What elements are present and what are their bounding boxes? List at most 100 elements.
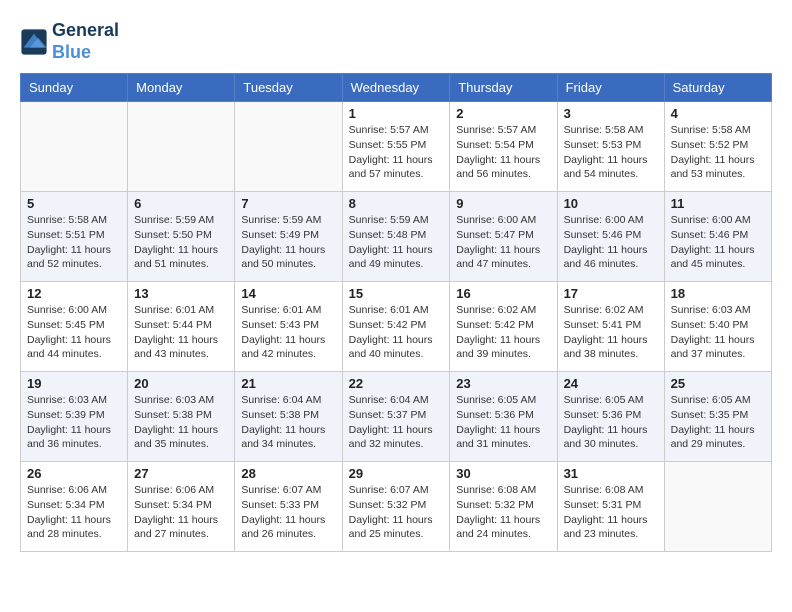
calendar-week-row: 26 Sunrise: 6:06 AM Sunset: 5:34 PM Dayli… (21, 462, 772, 552)
calendar-cell: 2 Sunrise: 5:57 AM Sunset: 5:54 PM Daylig… (450, 102, 557, 192)
day-of-week-header: Saturday (664, 74, 771, 102)
day-info: Sunrise: 6:06 AM Sunset: 5:34 PM Dayligh… (134, 483, 228, 542)
calendar-cell: 22Sunrise: 6:04 AM Sunset: 5:37 PM Dayli… (342, 372, 450, 462)
day-number: 19 (27, 376, 121, 391)
day-info: Sunrise: 6:01 AM Sunset: 5:44 PM Dayligh… (134, 303, 228, 362)
day-info: Sunrise: 5:59 AM Sunset: 5:49 PM Dayligh… (241, 213, 335, 272)
calendar-cell: 28Sunrise: 6:07 AM Sunset: 5:33 PM Dayli… (235, 462, 342, 552)
day-info: Sunrise: 6:00 AM Sunset: 5:46 PM Dayligh… (564, 213, 658, 272)
calendar-cell: 17Sunrise: 6:02 AM Sunset: 5:41 PM Dayli… (557, 282, 664, 372)
day-number: 7 (241, 196, 335, 211)
logo-icon (20, 28, 48, 56)
calendar-cell: 14 Sunrise: 6:01 AM Sunset: 5:43 PM Dayli… (235, 282, 342, 372)
day-number: 22 (349, 376, 444, 391)
day-info: Sunrise: 5:58 AM Sunset: 5:52 PM Dayligh… (671, 123, 765, 182)
day-of-week-header: Monday (128, 74, 235, 102)
day-number: 25 (671, 376, 765, 391)
day-info: Sunrise: 6:05 AM Sunset: 5:36 PM Dayligh… (564, 393, 658, 452)
calendar-cell: 5 Sunrise: 5:58 AM Sunset: 5:51 PM Daylig… (21, 192, 128, 282)
day-info: Sunrise: 6:00 AM Sunset: 5:46 PM Dayligh… (671, 213, 765, 272)
calendar-cell: 25 Sunrise: 6:05 AM Sunset: 5:35 PM Dayli… (664, 372, 771, 462)
day-of-week-header: Tuesday (235, 74, 342, 102)
day-number: 20 (134, 376, 228, 391)
day-info: Sunrise: 6:03 AM Sunset: 5:39 PM Dayligh… (27, 393, 121, 452)
day-info: Sunrise: 6:00 AM Sunset: 5:45 PM Dayligh… (27, 303, 121, 362)
day-info: Sunrise: 6:03 AM Sunset: 5:40 PM Dayligh… (671, 303, 765, 362)
day-number: 26 (27, 466, 121, 481)
calendar-cell: 13 Sunrise: 6:01 AM Sunset: 5:44 PM Dayli… (128, 282, 235, 372)
day-number: 28 (241, 466, 335, 481)
calendar-cell: 7 Sunrise: 5:59 AM Sunset: 5:49 PM Daylig… (235, 192, 342, 282)
day-info: Sunrise: 6:04 AM Sunset: 5:38 PM Dayligh… (241, 393, 335, 452)
calendar-cell: 24 Sunrise: 6:05 AM Sunset: 5:36 PM Dayli… (557, 372, 664, 462)
day-info: Sunrise: 6:06 AM Sunset: 5:34 PM Dayligh… (27, 483, 121, 542)
day-number: 14 (241, 286, 335, 301)
calendar-cell: 26 Sunrise: 6:06 AM Sunset: 5:34 PM Dayli… (21, 462, 128, 552)
day-info: Sunrise: 6:07 AM Sunset: 5:32 PM Dayligh… (349, 483, 444, 542)
day-of-week-header: Thursday (450, 74, 557, 102)
day-number: 16 (456, 286, 550, 301)
calendar-cell: 3Sunrise: 5:58 AM Sunset: 5:53 PM Daylig… (557, 102, 664, 192)
day-info: Sunrise: 6:05 AM Sunset: 5:36 PM Dayligh… (456, 393, 550, 452)
day-info: Sunrise: 5:59 AM Sunset: 5:50 PM Dayligh… (134, 213, 228, 272)
day-number: 12 (27, 286, 121, 301)
day-info: Sunrise: 6:05 AM Sunset: 5:35 PM Dayligh… (671, 393, 765, 452)
calendar-cell: 15Sunrise: 6:01 AM Sunset: 5:42 PM Dayli… (342, 282, 450, 372)
calendar-cell (21, 102, 128, 192)
calendar-cell: 23 Sunrise: 6:05 AM Sunset: 5:36 PM Dayli… (450, 372, 557, 462)
day-info: Sunrise: 6:01 AM Sunset: 5:43 PM Dayligh… (241, 303, 335, 362)
calendar-cell: 19 Sunrise: 6:03 AM Sunset: 5:39 PM Dayli… (21, 372, 128, 462)
calendar-cell (128, 102, 235, 192)
day-info: Sunrise: 6:00 AM Sunset: 5:47 PM Dayligh… (456, 213, 550, 272)
day-info: Sunrise: 5:57 AM Sunset: 5:54 PM Dayligh… (456, 123, 550, 182)
day-number: 29 (349, 466, 444, 481)
calendar-week-row: 5 Sunrise: 5:58 AM Sunset: 5:51 PM Daylig… (21, 192, 772, 282)
day-info: Sunrise: 6:08 AM Sunset: 5:31 PM Dayligh… (564, 483, 658, 542)
calendar-cell: 29 Sunrise: 6:07 AM Sunset: 5:32 PM Dayli… (342, 462, 450, 552)
day-number: 4 (671, 106, 765, 121)
calendar-cell (235, 102, 342, 192)
calendar-cell: 31 Sunrise: 6:08 AM Sunset: 5:31 PM Dayli… (557, 462, 664, 552)
day-info: Sunrise: 5:58 AM Sunset: 5:53 PM Dayligh… (564, 123, 658, 182)
calendar-week-row: 19 Sunrise: 6:03 AM Sunset: 5:39 PM Dayli… (21, 372, 772, 462)
day-number: 21 (241, 376, 335, 391)
calendar-header-row: SundayMondayTuesdayWednesdayThursdayFrid… (21, 74, 772, 102)
calendar-cell: 4 Sunrise: 5:58 AM Sunset: 5:52 PM Daylig… (664, 102, 771, 192)
day-number: 6 (134, 196, 228, 211)
calendar-cell: 6 Sunrise: 5:59 AM Sunset: 5:50 PM Daylig… (128, 192, 235, 282)
calendar-cell: 27Sunrise: 6:06 AM Sunset: 5:34 PM Dayli… (128, 462, 235, 552)
day-number: 13 (134, 286, 228, 301)
calendar-cell: 1 Sunrise: 5:57 AM Sunset: 5:55 PM Daylig… (342, 102, 450, 192)
day-number: 17 (564, 286, 658, 301)
calendar-cell: 20 Sunrise: 6:03 AM Sunset: 5:38 PM Dayli… (128, 372, 235, 462)
day-number: 30 (456, 466, 550, 481)
calendar: SundayMondayTuesdayWednesdayThursdayFrid… (20, 73, 772, 552)
day-number: 23 (456, 376, 550, 391)
day-number: 31 (564, 466, 658, 481)
calendar-cell: 18 Sunrise: 6:03 AM Sunset: 5:40 PM Dayli… (664, 282, 771, 372)
day-number: 10 (564, 196, 658, 211)
day-number: 24 (564, 376, 658, 391)
calendar-cell (664, 462, 771, 552)
day-info: Sunrise: 6:01 AM Sunset: 5:42 PM Dayligh… (349, 303, 444, 362)
logo-text: General Blue (52, 20, 119, 63)
day-number: 2 (456, 106, 550, 121)
day-number: 18 (671, 286, 765, 301)
day-number: 9 (456, 196, 550, 211)
day-info: Sunrise: 5:59 AM Sunset: 5:48 PM Dayligh… (349, 213, 444, 272)
calendar-cell: 16 Sunrise: 6:02 AM Sunset: 5:42 PM Dayli… (450, 282, 557, 372)
day-of-week-header: Sunday (21, 74, 128, 102)
day-info: Sunrise: 5:57 AM Sunset: 5:55 PM Dayligh… (349, 123, 444, 182)
calendar-cell: 21 Sunrise: 6:04 AM Sunset: 5:38 PM Dayli… (235, 372, 342, 462)
day-number: 1 (349, 106, 444, 121)
day-number: 11 (671, 196, 765, 211)
day-info: Sunrise: 6:02 AM Sunset: 5:42 PM Dayligh… (456, 303, 550, 362)
calendar-cell: 11 Sunrise: 6:00 AM Sunset: 5:46 PM Dayli… (664, 192, 771, 282)
day-info: Sunrise: 5:58 AM Sunset: 5:51 PM Dayligh… (27, 213, 121, 272)
calendar-cell: 8 Sunrise: 5:59 AM Sunset: 5:48 PM Daylig… (342, 192, 450, 282)
day-info: Sunrise: 6:03 AM Sunset: 5:38 PM Dayligh… (134, 393, 228, 452)
day-number: 5 (27, 196, 121, 211)
day-of-week-header: Wednesday (342, 74, 450, 102)
day-number: 8 (349, 196, 444, 211)
day-of-week-header: Friday (557, 74, 664, 102)
